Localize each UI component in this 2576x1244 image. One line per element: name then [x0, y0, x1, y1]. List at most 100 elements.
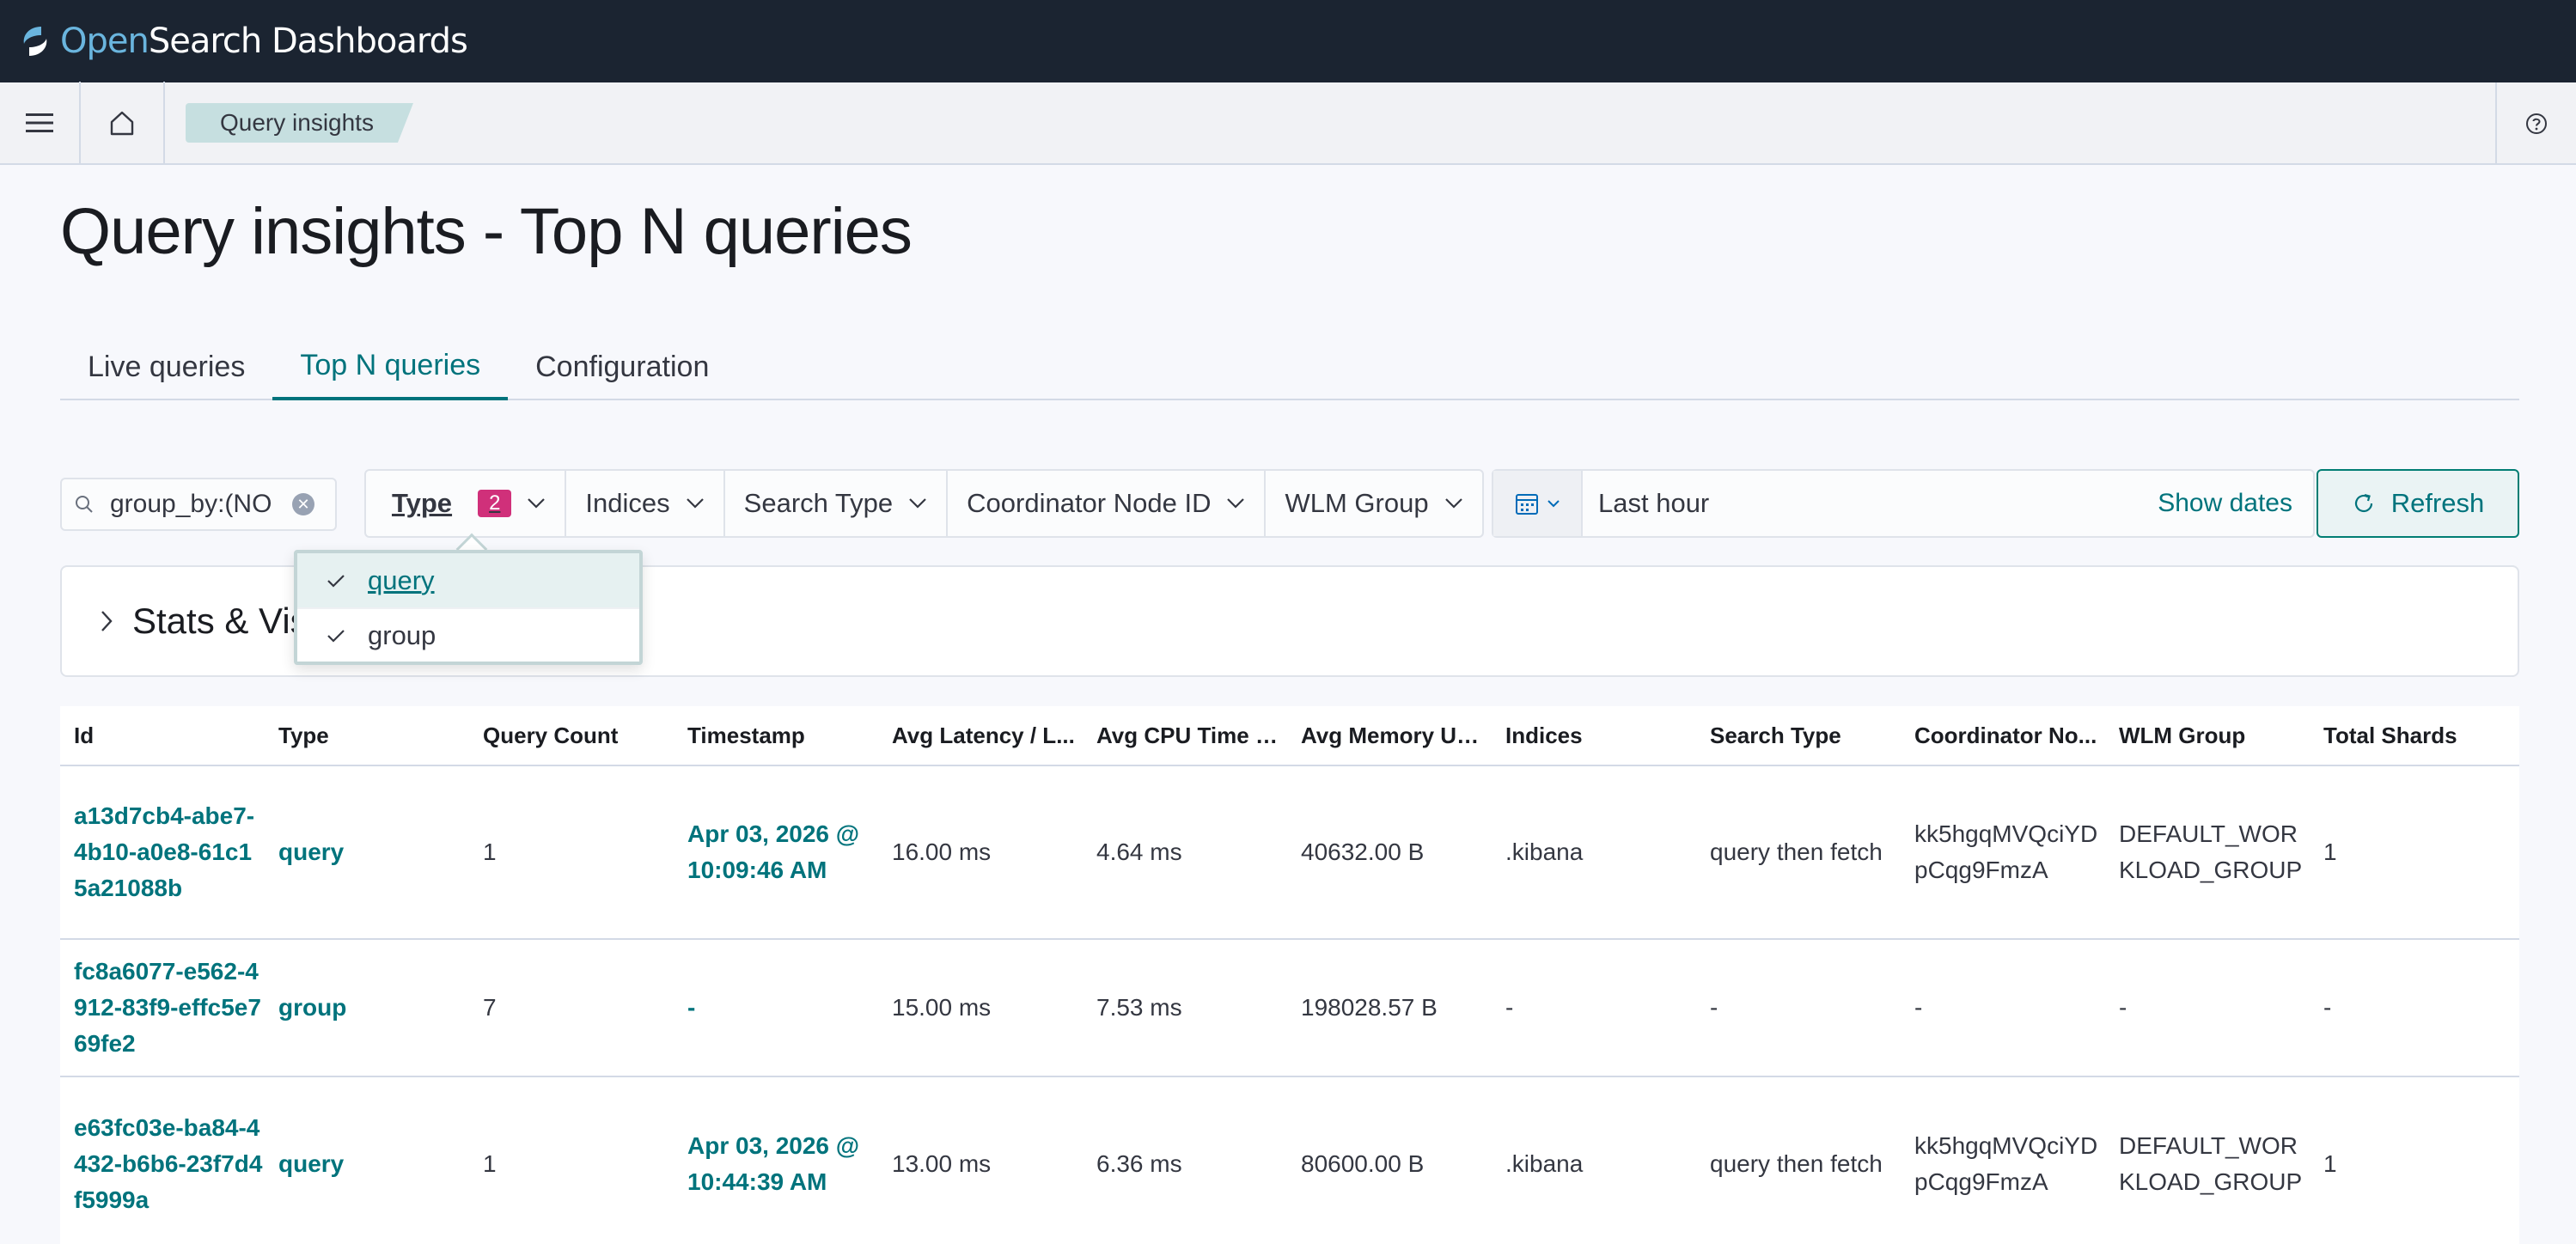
- type-option-group[interactable]: group: [297, 607, 639, 662]
- column-header-indices[interactable]: Indices: [1492, 717, 1696, 753]
- chevron-down-icon: [528, 498, 546, 509]
- search-type: -: [1710, 994, 1718, 1021]
- show-dates-link[interactable]: Show dates: [2158, 489, 2292, 518]
- search-type: query then fetch: [1710, 838, 1883, 865]
- coordinator-node-filter-label: Coordinator Node ID: [967, 488, 1212, 518]
- query-id-link[interactable]: e63fc03e-ba84-4432-b6b6-23f7d4f5999a: [60, 1110, 265, 1218]
- query-count: 1: [483, 1150, 497, 1177]
- hamburger-menu-icon: [26, 113, 53, 132]
- indices: .kibana: [1505, 1150, 1584, 1177]
- search-type-filter-label: Search Type: [743, 488, 894, 518]
- column-header-query-count[interactable]: Query Count: [469, 717, 674, 753]
- avg-latency: 16.00 ms: [892, 838, 992, 865]
- avg-memory: 40632.00 B: [1301, 838, 1425, 865]
- type-filter-count-badge: 2: [478, 490, 512, 517]
- column-header-avg-memory[interactable]: Avg Memory Us...: [1287, 717, 1492, 753]
- search-box: ✕: [60, 478, 337, 531]
- table-row: a13d7cb4-abe7-4b10-a0e8-61c15a21088b que…: [60, 766, 2519, 940]
- indices: .kibana: [1505, 838, 1584, 865]
- column-header-coordinator-node[interactable]: Coordinator No...: [1901, 717, 2105, 753]
- coordinator-node-id: kk5hgqMVQciYDpCqg9FmzA: [1914, 820, 2098, 883]
- query-timestamp-link[interactable]: Apr 03, 2026 @ 10:44:39 AM: [674, 1128, 878, 1200]
- chevron-down-icon: [909, 498, 926, 509]
- coordinator-node-id: -: [1914, 994, 1923, 1021]
- logo-text-rest: Search Dashboards: [148, 21, 468, 61]
- search-type-filter-button[interactable]: Search Type: [725, 471, 949, 536]
- column-header-avg-latency[interactable]: Avg Latency / L...: [878, 717, 1083, 753]
- wlm-group-filter-button[interactable]: WLM Group: [1266, 471, 1481, 536]
- top-queries-table: Id Type Query Count Timestamp Avg Latenc…: [60, 706, 2519, 1244]
- wlm-group: DEFAULT_WORKLOAD_GROUP: [2119, 820, 2303, 883]
- avg-latency: 13.00 ms: [892, 1150, 992, 1177]
- opensearch-logo-icon: [23, 27, 47, 56]
- wlm-group: DEFAULT_WORKLOAD_GROUP: [2119, 1132, 2303, 1195]
- menu-button[interactable]: [0, 82, 81, 164]
- table-row: fc8a6077-e562-4912-83f9-effc5e769fe2 gro…: [60, 940, 2519, 1077]
- column-header-type[interactable]: Type: [265, 717, 469, 753]
- refresh-icon: [2354, 493, 2372, 513]
- filter-group: Type 2 Indices Search Type Coordinator N…: [364, 469, 1484, 538]
- quick-select-button[interactable]: [1493, 471, 1583, 536]
- wlm-group: -: [2119, 994, 2127, 1021]
- search-icon: [76, 496, 93, 513]
- help-button[interactable]: [2495, 82, 2576, 165]
- type-option-query[interactable]: query: [297, 553, 639, 607]
- type-option-label: group: [368, 619, 436, 650]
- indices-filter-button[interactable]: Indices: [566, 471, 725, 536]
- wlm-group-filter-label: WLM Group: [1285, 488, 1429, 518]
- refresh-label: Refresh: [2390, 488, 2485, 518]
- avg-cpu-time: 4.64 ms: [1096, 838, 1182, 865]
- type-filter-label: Type: [392, 488, 453, 518]
- tab-top-n-queries[interactable]: Top N queries: [272, 333, 509, 400]
- column-header-avg-cpu-time[interactable]: Avg CPU Time / ...: [1083, 717, 1287, 753]
- opensearch-logo[interactable]: Open Search Dashboards: [15, 21, 468, 61]
- table-header: Id Type Query Count Timestamp Avg Latenc…: [60, 706, 2519, 766]
- column-header-wlm-group[interactable]: WLM Group: [2105, 717, 2310, 753]
- chevron-down-icon: [1547, 500, 1560, 508]
- refresh-button[interactable]: Refresh: [2317, 469, 2519, 538]
- total-shards: 1: [2323, 1150, 2337, 1177]
- query-timestamp-link[interactable]: -: [674, 990, 878, 1026]
- query-timestamp-link[interactable]: Apr 03, 2026 @ 10:09:46 AM: [674, 816, 878, 888]
- query-id-link[interactable]: a13d7cb4-abe7-4b10-a0e8-61c15a21088b: [60, 798, 265, 906]
- date-range-value[interactable]: Last hour: [1598, 488, 2158, 519]
- table-row: e63fc03e-ba84-4432-b6b6-23f7d4f5999a que…: [60, 1077, 2519, 1244]
- home-button[interactable]: [81, 82, 165, 164]
- avg-memory: 198028.57 B: [1301, 994, 1438, 1021]
- query-count: 1: [483, 838, 497, 865]
- breadcrumb-current[interactable]: Query insights: [186, 103, 413, 143]
- query-type: query: [278, 1150, 345, 1177]
- type-filter-button[interactable]: Type 2: [366, 471, 567, 536]
- help-icon: [2526, 113, 2547, 134]
- avg-cpu-time: 6.36 ms: [1096, 1150, 1182, 1177]
- chevron-right-icon: [101, 611, 113, 631]
- home-icon: [110, 111, 134, 136]
- query-id-link[interactable]: fc8a6077-e562-4912-83f9-effc5e769fe2: [60, 954, 265, 1062]
- app-header: Open Search Dashboards: [0, 0, 2576, 82]
- check-icon: [327, 629, 345, 643]
- coordinator-node-filter-button[interactable]: Coordinator Node ID: [948, 471, 1267, 536]
- query-type: query: [278, 838, 345, 865]
- type-option-label: query: [368, 564, 435, 595]
- avg-latency: 15.00 ms: [892, 994, 992, 1021]
- clear-search-icon[interactable]: ✕: [292, 493, 314, 515]
- tab-bar: Live queries Top N queries Configuration: [60, 333, 2519, 400]
- page-title: Query insights - Top N queries: [60, 195, 913, 268]
- column-header-timestamp[interactable]: Timestamp: [674, 717, 878, 753]
- check-icon: [327, 574, 345, 588]
- tab-configuration[interactable]: Configuration: [508, 333, 736, 400]
- logo-text-open: Open: [60, 21, 150, 61]
- total-shards: -: [2323, 994, 2332, 1021]
- total-shards: 1: [2323, 838, 2337, 865]
- search-input[interactable]: [110, 490, 287, 519]
- tab-live-queries[interactable]: Live queries: [60, 333, 272, 400]
- column-header-search-type[interactable]: Search Type: [1696, 717, 1901, 753]
- column-header-total-shards[interactable]: Total Shards: [2310, 717, 2519, 753]
- date-picker: Last hour Show dates: [1492, 469, 2315, 538]
- column-header-id[interactable]: Id: [60, 717, 265, 753]
- query-type: group: [278, 994, 347, 1021]
- chevron-down-icon: [1444, 498, 1462, 509]
- indices: -: [1505, 994, 1514, 1021]
- chevron-down-icon: [1227, 498, 1245, 509]
- search-type: query then fetch: [1710, 1150, 1883, 1177]
